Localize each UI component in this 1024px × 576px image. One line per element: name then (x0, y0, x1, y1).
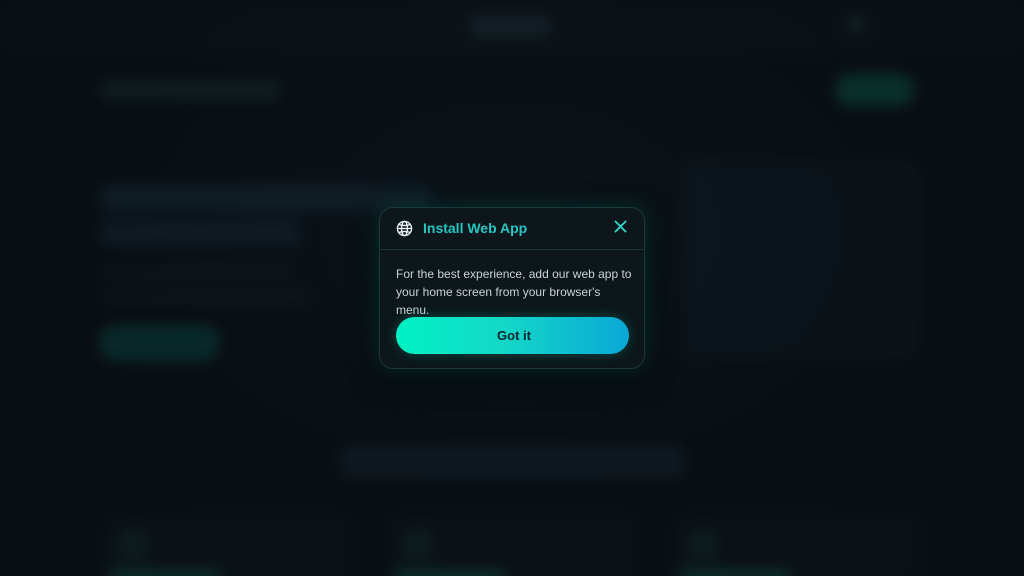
got-it-button[interactable]: Got it (396, 317, 629, 354)
modal-title-text: Install Web App (423, 220, 528, 236)
globe-icon (396, 220, 413, 237)
got-it-label: Got it (497, 328, 531, 343)
page: Install Web App For the best experience,… (0, 0, 1024, 576)
modal-title: Install Web App (420, 220, 527, 237)
install-app-modal: Install Web App For the best experience,… (379, 207, 645, 369)
close-icon[interactable] (610, 216, 632, 238)
modal-body-text: For the best experience, add our web app… (396, 267, 632, 317)
modal-header: Install Web App (380, 208, 644, 250)
